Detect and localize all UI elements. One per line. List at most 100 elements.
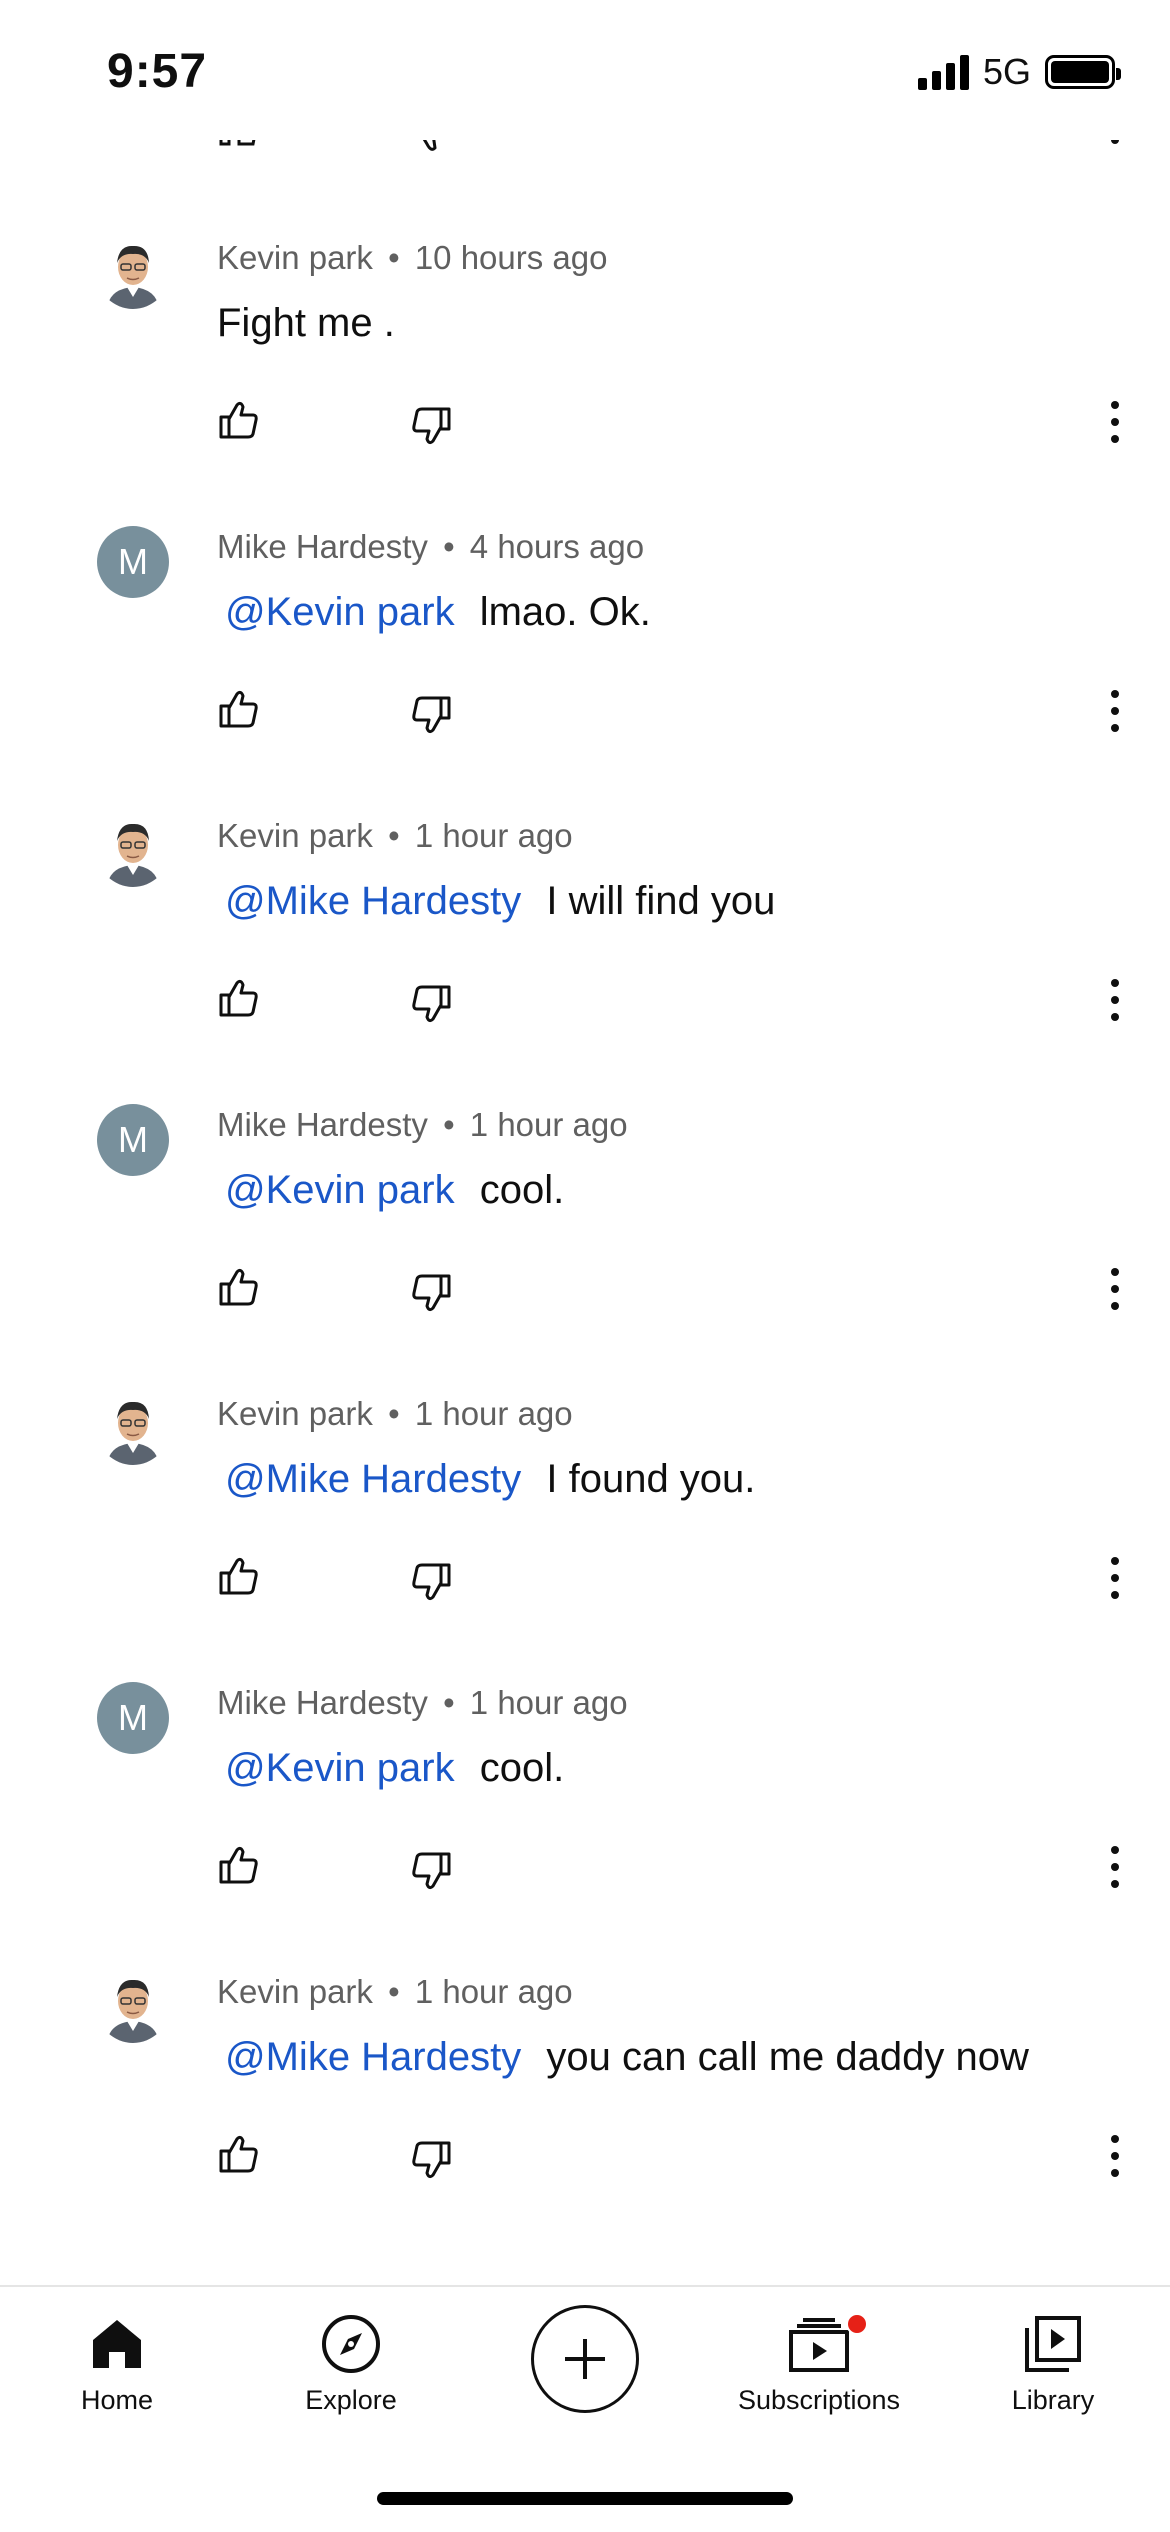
more-options-button[interactable] [1100,686,1130,736]
comment-text: Fight me . [217,301,395,345]
nav-explore[interactable]: Explore [234,2309,468,2416]
like-button[interactable] [217,686,261,730]
comment-meta: Kevin park • 1 hour ago [217,1973,573,2011]
nav-explore-label: Explore [305,2385,397,2415]
comment-actions [0,975,1170,1035]
dislike-button[interactable] [409,2139,453,2183]
comment-actions [0,1553,1170,1613]
dislike-button[interactable] [409,1561,453,1605]
comment-actions [0,1264,1170,1324]
comment-time: 10 hours ago [414,239,608,276]
comment-mention[interactable]: @Kevin park [225,1746,455,1790]
signal-icon [917,54,969,90]
comment-author[interactable]: Mike Hardesty [217,1106,428,1143]
comment-body: @Mike Hardesty you can call me daddy now [217,2035,1029,2080]
status-bar: 9:57 5G [0,0,1170,140]
create-button[interactable] [531,2305,639,2413]
dislike-button[interactable] [409,405,453,449]
nav-library-label: Library [1011,2385,1095,2415]
comment-item: Kevin park • 1 hour ago @Mike Hardesty I… [0,1381,1170,1670]
comment-author[interactable]: Mike Hardesty [217,1684,428,1721]
avatar-letter[interactable]: M [97,526,169,598]
separator: • [388,1973,400,2010]
user-photo-icon [97,237,169,309]
comment-body: Fight me . [217,301,395,346]
comment-item: Kevin park • 1 hour ago @Mike Hardesty y… [0,1959,1170,2248]
nav-home-label: Home [80,2385,154,2415]
dislike-button[interactable] [409,983,453,1027]
comment-text: cool. [479,1746,565,1790]
nav-library[interactable]: Library [936,2309,1170,2416]
more-options-button[interactable] [1100,397,1130,447]
comment-mention[interactable]: @Kevin park [225,590,455,634]
comment-author[interactable]: Kevin park [217,817,373,854]
comment-body: @Kevin park lmao. Ok. [217,590,651,635]
avatar-photo[interactable] [97,237,169,309]
comment-item: Kevin park • 1 hour ago @Mike Hardesty I… [0,803,1170,1092]
dislike-button[interactable] [409,1272,453,1316]
comment-body: @Kevin park cool. [217,1168,564,1213]
comment-time: 1 hour ago [414,1973,573,2010]
comment-meta: Kevin park • 1 hour ago [217,1395,573,1433]
dislike-button[interactable] [409,694,453,738]
comment-time: 1 hour ago [469,1106,628,1143]
battery-icon [1045,55,1121,89]
comment-actions [0,1842,1170,1902]
separator: • [388,1395,400,1432]
more-options-button[interactable] [1100,975,1130,1025]
comment-text: lmao. Ok. [479,590,651,634]
avatar-photo[interactable] [97,815,169,887]
like-button[interactable] [217,2131,261,2175]
home-indicator [377,2492,793,2505]
comment-mention[interactable]: @Mike Hardesty [225,1457,521,1501]
comment-author[interactable]: Kevin park [217,1395,373,1432]
separator: • [388,817,400,854]
like-button[interactable] [217,1842,261,1886]
separator: • [388,239,400,276]
comment-meta: Mike Hardesty • 1 hour ago [217,1106,628,1144]
comment-mention[interactable]: @Mike Hardesty [225,879,521,923]
separator: • [443,528,455,565]
library-icon [1025,2316,1081,2372]
comment-text: I will find you [546,879,776,923]
comment-meta: Kevin park • 1 hour ago [217,817,573,855]
more-options-button[interactable] [1100,2131,1130,2181]
comment-item: M Mike Hardesty • 1 hour ago @Kevin park… [0,1092,1170,1381]
comment-actions [0,397,1170,457]
plus-icon [565,2339,605,2379]
home-icon [93,2320,141,2368]
comment-time: 1 hour ago [414,1395,573,1432]
like-button[interactable] [217,975,261,1019]
avatar-letter[interactable]: M [97,1682,169,1754]
comment-actions [0,686,1170,746]
nav-subscriptions[interactable]: Subscriptions [702,2309,936,2416]
comment-time: 1 hour ago [469,1684,628,1721]
subscriptions-icon [789,2318,849,2372]
like-button[interactable] [217,397,261,441]
comment-author[interactable]: Mike Hardesty [217,528,428,565]
comment-list: Kevin park • 10 hours ago Fight me . M M… [0,225,1170,2248]
compass-icon [322,2315,380,2373]
comment-time: 1 hour ago [414,817,573,854]
more-options-button[interactable] [1100,1264,1130,1314]
more-options-button[interactable] [1100,1553,1130,1603]
comment-author[interactable]: Kevin park [217,1973,373,2010]
nav-home[interactable]: Home [0,2309,234,2416]
comment-mention[interactable]: @Kevin park [225,1168,455,1212]
user-photo-icon [97,815,169,887]
more-options-button[interactable] [1100,1842,1130,1892]
comment-body: @Mike Hardesty I will find you [217,879,775,924]
separator: • [443,1684,455,1721]
notification-dot [846,2313,868,2335]
dislike-button[interactable] [409,1850,453,1894]
comment-author[interactable]: Kevin park [217,239,373,276]
comment-item: M Mike Hardesty • 1 hour ago @Kevin park… [0,1670,1170,1959]
comment-mention[interactable]: @Mike Hardesty [225,2035,521,2079]
nav-subscriptions-label: Subscriptions [737,2385,901,2415]
like-button[interactable] [217,1553,261,1597]
avatar-letter[interactable]: M [97,1104,169,1176]
avatar-photo[interactable] [97,1393,169,1465]
avatar-photo[interactable] [97,1971,169,2043]
user-photo-icon [97,1393,169,1465]
like-button[interactable] [217,1264,261,1308]
